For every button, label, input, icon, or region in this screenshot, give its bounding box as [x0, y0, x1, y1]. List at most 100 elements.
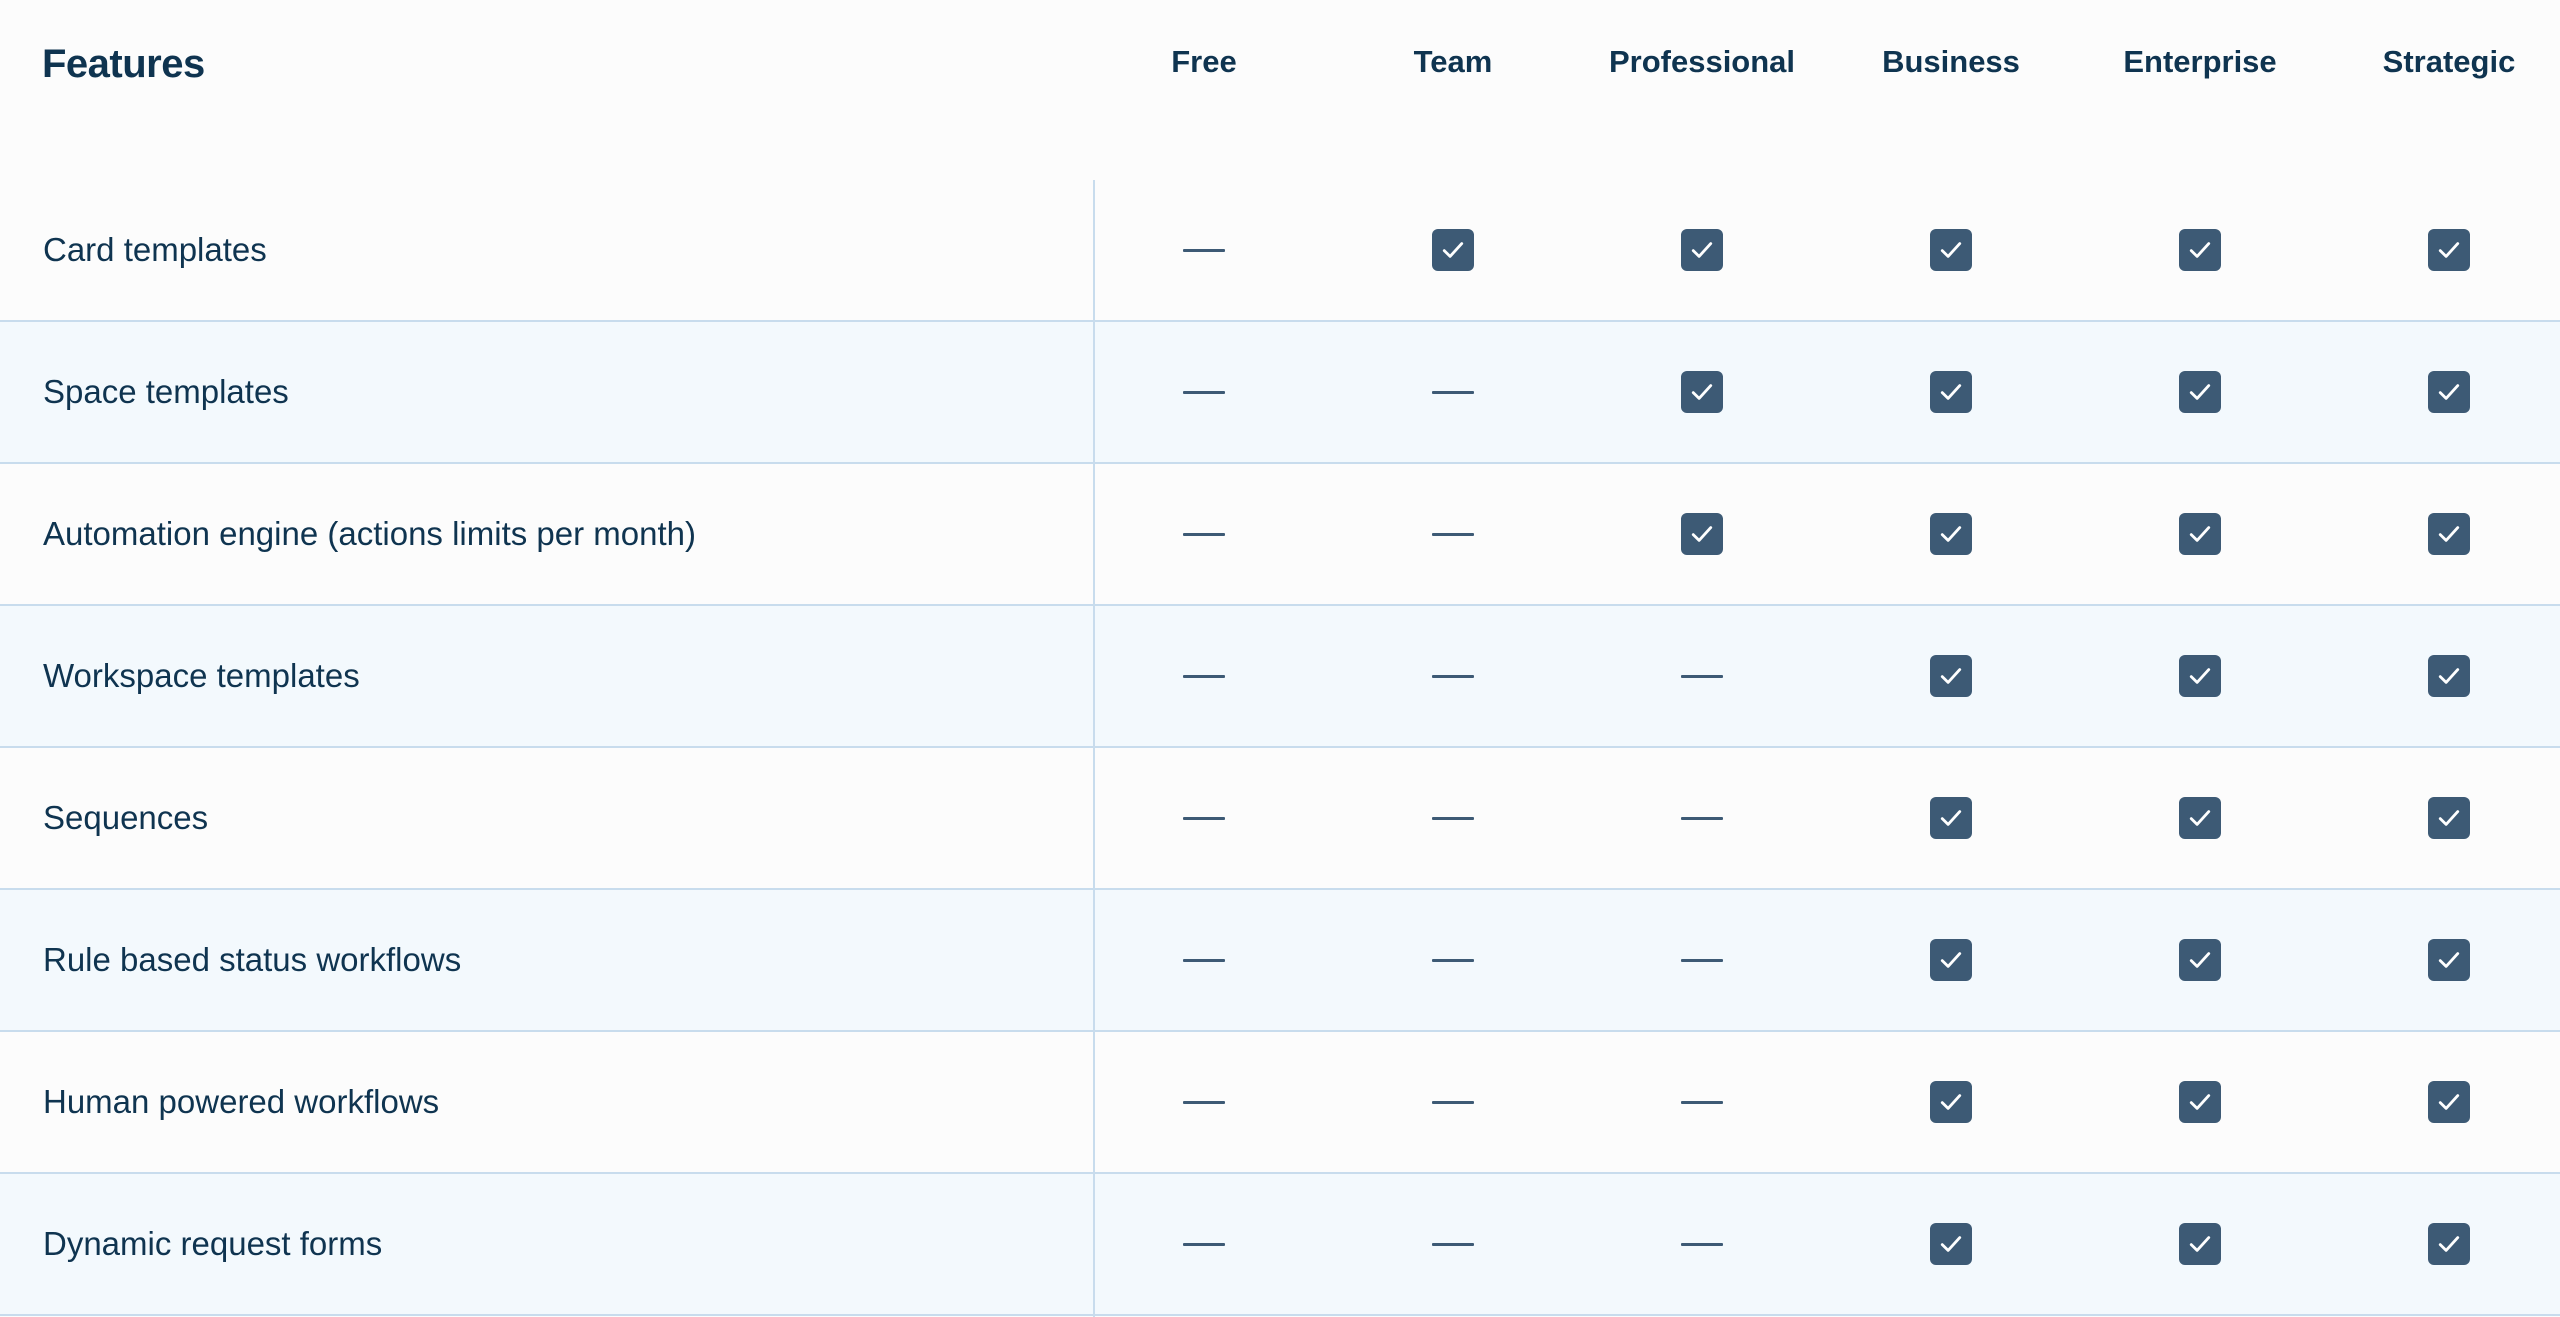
feature-cell-free	[1174, 890, 1234, 1030]
feature-cell-business	[1921, 748, 1981, 888]
dash-icon	[1432, 532, 1474, 536]
table-header: Features Free Team Professional Business…	[0, 0, 2560, 180]
feature-cell-strategic	[2419, 1174, 2479, 1314]
checkbox-checked-icon	[2179, 229, 2221, 271]
checkbox-checked-icon	[2179, 655, 2221, 697]
checkbox-checked-icon	[1930, 655, 1972, 697]
dash-icon	[1432, 816, 1474, 820]
feature-label: Card templates	[43, 231, 267, 268]
dash-icon	[1183, 532, 1225, 536]
feature-cell-enterprise	[2170, 748, 2230, 888]
features-heading: Features	[42, 42, 205, 86]
table-row: Sequences	[0, 748, 2560, 890]
feature-cell-enterprise	[2170, 464, 2230, 604]
checkbox-checked-icon	[2428, 939, 2470, 981]
checkbox-checked-icon	[2428, 229, 2470, 271]
plan-header-professional: Professional	[1608, 44, 1796, 79]
table-row: Human powered workflows	[0, 1032, 2560, 1174]
table-row: Card templates	[0, 180, 2560, 322]
feature-label: Automation engine (actions limits per mo…	[43, 515, 696, 552]
feature-cell-professional	[1672, 748, 1732, 888]
feature-cell-team	[1423, 748, 1483, 888]
table-row: Automation engine (actions limits per mo…	[0, 464, 2560, 606]
checkbox-checked-icon	[2179, 513, 2221, 555]
plan-header-business: Business	[1882, 44, 2020, 79]
feature-cell-team	[1423, 464, 1483, 604]
checkbox-checked-icon	[2428, 797, 2470, 839]
feature-cell-free	[1174, 748, 1234, 888]
feature-cell-professional	[1672, 464, 1732, 604]
dash-icon	[1432, 958, 1474, 962]
dash-icon	[1681, 816, 1723, 820]
checkbox-checked-icon	[2179, 939, 2221, 981]
dash-icon	[1681, 674, 1723, 678]
feature-cell-professional	[1672, 1032, 1732, 1172]
dash-icon	[1681, 1242, 1723, 1246]
feature-cell-strategic	[2419, 464, 2479, 604]
feature-cell-team	[1423, 890, 1483, 1030]
feature-label: Human powered workflows	[43, 1083, 440, 1120]
checkbox-checked-icon	[2428, 1223, 2470, 1265]
feature-cell-strategic	[2419, 322, 2479, 462]
feature-cell-free	[1174, 1032, 1234, 1172]
feature-cell-free	[1174, 322, 1234, 462]
feature-label: Dynamic request forms	[43, 1225, 383, 1262]
checkbox-checked-icon	[1930, 1223, 1972, 1265]
dash-icon	[1432, 390, 1474, 394]
feature-cell-strategic	[2419, 180, 2479, 320]
plan-header-enterprise: Enterprise	[2123, 44, 2277, 79]
feature-cell-enterprise	[2170, 180, 2230, 320]
checkbox-checked-icon	[1432, 229, 1474, 271]
dash-icon	[1183, 1100, 1225, 1104]
checkbox-checked-icon	[1930, 513, 1972, 555]
dash-icon	[1183, 1242, 1225, 1246]
feature-cell-business	[1921, 1174, 1981, 1314]
dash-icon	[1681, 958, 1723, 962]
feature-comparison-table: Features Free Team Professional Business…	[0, 0, 2560, 1317]
checkbox-checked-icon	[1681, 513, 1723, 555]
dash-icon	[1432, 1100, 1474, 1104]
feature-cell-professional	[1672, 606, 1732, 746]
column-divider	[1093, 180, 1095, 1317]
feature-cell-professional	[1672, 1174, 1732, 1314]
feature-cell-professional	[1672, 890, 1732, 1030]
feature-cell-enterprise	[2170, 322, 2230, 462]
feature-cell-strategic	[2419, 890, 2479, 1030]
feature-cell-professional	[1672, 180, 1732, 320]
feature-label: Workspace templates	[43, 657, 360, 694]
dash-icon	[1183, 816, 1225, 820]
feature-cell-enterprise	[2170, 890, 2230, 1030]
checkbox-checked-icon	[1930, 939, 1972, 981]
checkbox-checked-icon	[1681, 229, 1723, 271]
dash-icon	[1681, 1100, 1723, 1104]
checkbox-checked-icon	[2179, 371, 2221, 413]
feature-cell-enterprise	[2170, 1032, 2230, 1172]
dash-icon	[1183, 958, 1225, 962]
checkbox-checked-icon	[1930, 1081, 1972, 1123]
feature-cell-strategic	[2419, 606, 2479, 746]
plan-header-team: Team	[1413, 44, 1493, 79]
feature-cell-team	[1423, 1032, 1483, 1172]
feature-label: Sequences	[43, 799, 209, 836]
checkbox-checked-icon	[2179, 797, 2221, 839]
feature-cell-business	[1921, 606, 1981, 746]
feature-cell-team	[1423, 1174, 1483, 1314]
checkbox-checked-icon	[1930, 371, 1972, 413]
feature-cell-team	[1423, 180, 1483, 320]
dash-icon	[1432, 674, 1474, 678]
checkbox-checked-icon	[1930, 229, 1972, 271]
dash-icon	[1432, 1242, 1474, 1246]
feature-cell-strategic	[2419, 1032, 2479, 1172]
feature-cell-free	[1174, 606, 1234, 746]
dash-icon	[1183, 674, 1225, 678]
feature-cell-free	[1174, 180, 1234, 320]
checkbox-checked-icon	[2428, 655, 2470, 697]
feature-cell-enterprise	[2170, 606, 2230, 746]
feature-label: Space templates	[43, 373, 289, 410]
feature-cell-business	[1921, 1032, 1981, 1172]
feature-rows: Card templates Space templates Automation …	[0, 180, 2560, 1316]
feature-cell-free	[1174, 1174, 1234, 1314]
feature-cell-business	[1921, 890, 1981, 1030]
feature-cell-team	[1423, 322, 1483, 462]
table-row: Workspace templates	[0, 606, 2560, 748]
